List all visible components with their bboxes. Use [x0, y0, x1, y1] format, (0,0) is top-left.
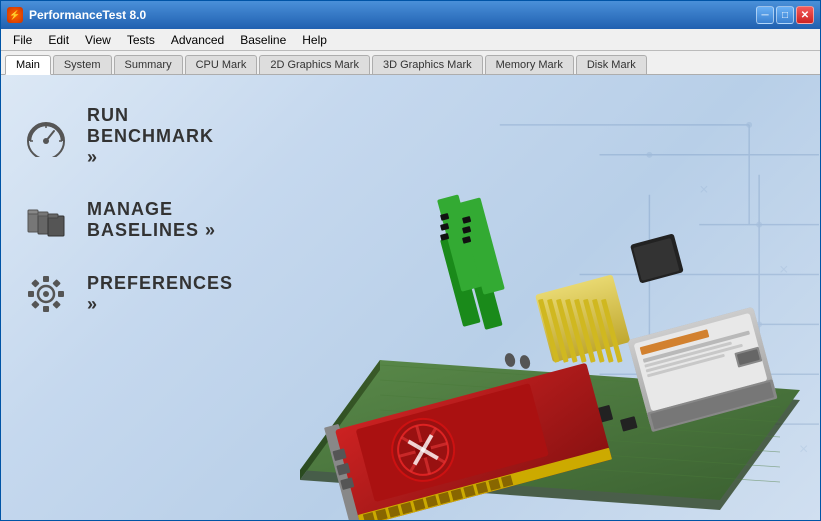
preferences-label: PREFERENCES »	[87, 273, 233, 315]
preferences-icon	[21, 272, 71, 316]
run-benchmark-label: RUN BENCHMARK »	[87, 105, 221, 168]
tab-bar: Main System Summary CPU Mark 2D Graphics…	[1, 51, 820, 75]
tab-2d-graphics[interactable]: 2D Graphics Mark	[259, 55, 370, 74]
tab-system[interactable]: System	[53, 55, 112, 74]
app-icon: ⚡	[7, 7, 23, 23]
tab-disk-mark[interactable]: Disk Mark	[576, 55, 647, 74]
manage-baselines-entry[interactable]: MANAGE BASELINES »	[21, 198, 221, 242]
menu-advanced[interactable]: Advanced	[163, 31, 232, 49]
menu-tests[interactable]: Tests	[119, 31, 163, 49]
manage-baselines-label: MANAGE BASELINES »	[87, 199, 221, 241]
preferences-entry[interactable]: PREFERENCES »	[21, 272, 221, 316]
menu-file[interactable]: File	[5, 31, 40, 49]
tab-memory-mark[interactable]: Memory Mark	[485, 55, 574, 74]
minimize-button[interactable]: ─	[756, 6, 774, 24]
main-content: × × × ×	[1, 75, 820, 520]
run-benchmark-icon	[21, 115, 71, 159]
close-button[interactable]: ✕	[796, 6, 814, 24]
maximize-button[interactable]: □	[776, 6, 794, 24]
window-controls: ─ □ ✕	[756, 6, 814, 24]
menu-bar: File Edit View Tests Advanced Baseline H…	[1, 29, 820, 51]
title-bar: ⚡ PerformanceTest 8.0 ─ □ ✕	[1, 1, 820, 29]
menu-help[interactable]: Help	[294, 31, 335, 49]
tab-3d-graphics[interactable]: 3D Graphics Mark	[372, 55, 483, 74]
left-panel: RUN BENCHMARK » MANAGE BASELINES »	[1, 75, 241, 520]
menu-baseline[interactable]: Baseline	[232, 31, 294, 49]
tab-summary[interactable]: Summary	[114, 55, 183, 74]
tab-main[interactable]: Main	[5, 55, 51, 75]
main-window: ⚡ PerformanceTest 8.0 ─ □ ✕ File Edit Vi…	[0, 0, 821, 521]
motherboard-illustration	[240, 100, 820, 520]
tab-cpu-mark[interactable]: CPU Mark	[185, 55, 258, 74]
menu-view[interactable]: View	[77, 31, 119, 49]
run-benchmark-entry[interactable]: RUN BENCHMARK »	[21, 105, 221, 168]
menu-edit[interactable]: Edit	[40, 31, 77, 49]
manage-baselines-icon	[21, 198, 71, 242]
window-title: PerformanceTest 8.0	[29, 8, 756, 22]
